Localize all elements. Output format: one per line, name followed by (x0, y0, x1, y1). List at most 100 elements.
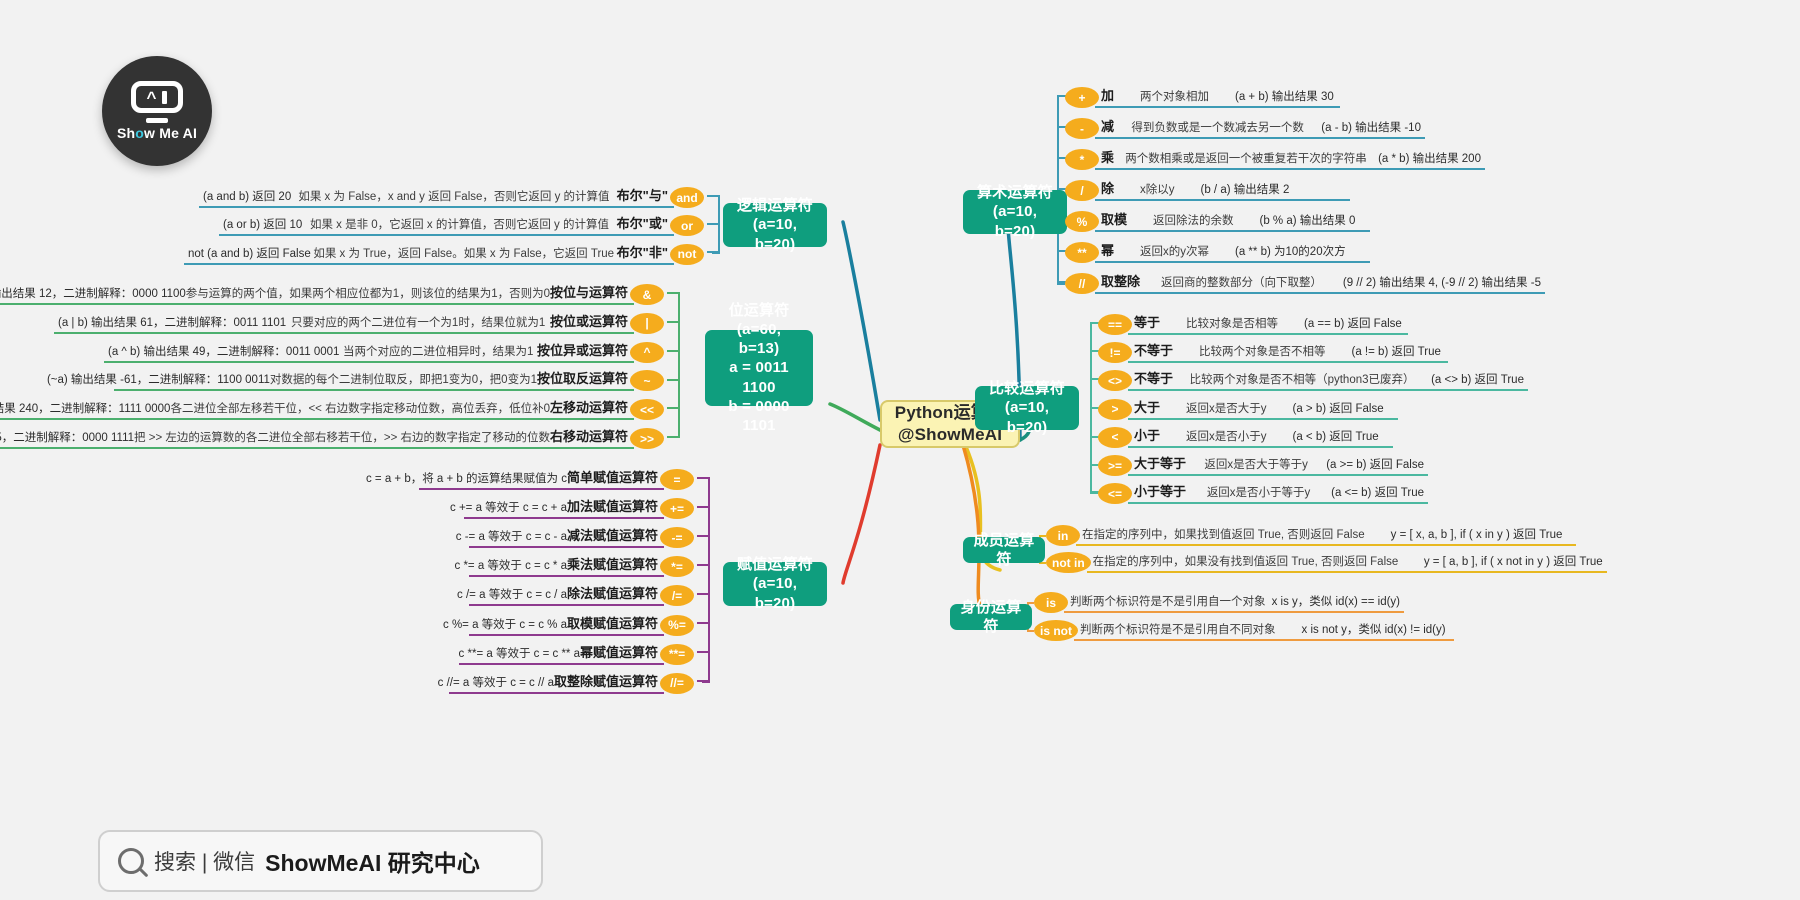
operator-pill-assignment-1[interactable]: += (660, 498, 694, 520)
operator-pill-bitwise-3[interactable]: ~ (630, 370, 664, 392)
leaf-underline-membership-0 (1076, 544, 1576, 546)
operator-pill-bitwise-1[interactable]: | (630, 312, 664, 334)
operator-pill-membership-0[interactable]: in (1046, 525, 1080, 546)
leaf-name-bitwise-5: 右移动运算符 (549, 429, 628, 444)
leaf-underline-comparison-4 (1128, 445, 1393, 448)
operator-pill-arithmetic-5[interactable]: ** (1065, 242, 1099, 263)
operator-pill-arithmetic-0[interactable]: + (1065, 87, 1099, 108)
operator-pill-comparison-2[interactable]: <> (1098, 370, 1132, 392)
operator-pill-comparison-5[interactable]: >= (1098, 455, 1132, 476)
operator-pill-assignment-0[interactable]: = (660, 469, 694, 490)
branch-node-identity[interactable]: 身份运算符 (950, 599, 1032, 635)
branch-node-bitwise[interactable]: 位运算符 (a=60, b=13) a = 0011 1100 b = 0000… (705, 302, 813, 434)
operator-pill-assignment-5[interactable]: %= (660, 614, 694, 636)
leaf-row-assignment-7[interactable]: c //= a 等效于 c = c // a 取整除赋值运算符//= (438, 671, 694, 694)
leaf-name-logic-1: 布尔"或" (616, 216, 668, 232)
leaf-row-arithmetic-0[interactable]: + 加 两个对象相加 (a + b) 输出结果 30 (1065, 85, 1340, 108)
leaf-row-logic-1[interactable]: (a or b) 返回 10 如果 x 是非 0，它返回 x 的计算值，否则它返回… (219, 213, 704, 237)
leaf-row-comparison-3[interactable]: > 大于 返回x是否大于y (a > b) 返回 False (1098, 397, 1398, 420)
operator-pill-comparison-0[interactable]: == (1098, 314, 1132, 335)
operator-pill-bitwise-2[interactable]: ^ (630, 341, 664, 363)
operator-pill-arithmetic-3[interactable]: / (1065, 180, 1099, 201)
leaf-row-comparison-2[interactable]: <> 不等于 比较两个对象是否不相等（python3已废弃） (a <> b) 返回 … (1098, 368, 1528, 392)
operator-pill-logic-1[interactable]: or (670, 215, 704, 237)
leaf-row-arithmetic-5[interactable]: ** 幂 返回x的y次幂 (a ** b) 为10的20次方 (1065, 240, 1370, 263)
leaf-row-arithmetic-1[interactable]: - 减 得到负数或是一个数减去另一个数 (a - b) 输出结果 -10 (1065, 116, 1425, 139)
leaf-row-comparison-0[interactable]: == 等于 比较对象是否相等 (a == b) 返回 False (1098, 312, 1408, 335)
operator-pill-arithmetic-6[interactable]: // (1065, 273, 1099, 294)
logo-wordmark: Show Me AI (117, 125, 197, 141)
leaf-row-comparison-5[interactable]: >= 大于等于 返回x是否大于等于y (a >= b) 返回 False (1098, 453, 1428, 476)
leaf-row-assignment-4[interactable]: c /= a 等效于 c = c / a 除法赋值运算符/= (457, 583, 694, 607)
leaf-row-membership-0[interactable]: in 在指定的序列中，如果找到值返回 True, 否则返回 False y = [ … (1046, 525, 1576, 546)
leaf-text-comparison-5: 大于等于 返回x是否大于等于y (a >= b) 返回 False (1128, 453, 1428, 474)
operator-pill-identity-0[interactable]: is (1034, 592, 1068, 613)
leaf-row-arithmetic-2[interactable]: * 乘两个数相乘或是返回一个被重复若干次的字符串 (a * b) 输出结果 200 (1065, 147, 1485, 170)
leaf-name-assignment-2: 减法赋值运算符 (566, 528, 658, 544)
branch-arithmetic-title: 算术运算符 (976, 184, 1053, 202)
leaf-row-assignment-0[interactable]: c = a + b，将 a + b 的运算结果赋值为 c 简单赋值运算符 = (366, 467, 694, 490)
operator-pill-assignment-6[interactable]: **= (660, 643, 694, 665)
leaf-row-arithmetic-6[interactable]: //取整除 返回商的整数部分（向下取整） (9 // 2) 输出结果 4, (-9 … (1065, 271, 1545, 294)
leaf-row-bitwise-5[interactable]: (a >> 2) 输出结果 15，二进制解释：0000 1111把 >> 左边的… (0, 426, 664, 449)
leaf-body-arithmetic-5: 幂 返回x的y次幂 (a ** b) 为10的20次方 (1095, 240, 1370, 263)
leaf-body-assignment-4: c /= a 等效于 c = c / a 除法赋值运算符 (457, 583, 664, 607)
leaf-row-bitwise-3[interactable]: (~a) 输出结果 -61，二进制解释：1100 0011 对数据的每个二进制位取… (47, 368, 664, 392)
leaf-body-bitwise-3: (~a) 输出结果 -61，二进制解释：1100 0011 对数据的每个二进制位取… (47, 368, 634, 392)
operator-pill-comparison-3[interactable]: > (1098, 398, 1132, 420)
leaf-row-membership-1[interactable]: not in 在指定的序列中，如果没有找到值返回 True, 否则返回 False… (1046, 552, 1607, 573)
leaf-row-assignment-3[interactable]: c *= a 等效于 c = c * a 乘法赋值运算符 *= (455, 554, 694, 578)
operator-pill-identity-1[interactable]: is not (1034, 620, 1078, 641)
leaf-row-bitwise-1[interactable]: (a | b) 输出结果 61，二进制解释：0011 1101 只要对应的两个二进… (54, 311, 664, 334)
operator-pill-bitwise-5[interactable]: >> (630, 428, 664, 449)
leaf-desc-logic-2: 如果 x 为 True，返回 False。如果 x 为 False，它返回 Tr… (313, 247, 615, 260)
leaf-name-assignment-5: 取模赋值运算符 (566, 615, 658, 631)
leaf-row-comparison-1[interactable]: != 不等于 比较两个对象是否不相等 (a != b) 返回 True (1098, 340, 1448, 364)
leaf-row-arithmetic-3[interactable]: / 除 x除以y (b / a) 输出结果 2 (1065, 178, 1350, 201)
operator-pill-assignment-7[interactable]: //= (660, 672, 694, 694)
leaf-row-arithmetic-4[interactable]: % 取模 返回除法的余数 (b % a) 输出结果 0 (1065, 209, 1370, 232)
leaf-desc-comparison-4: 返回x是否小于y (1186, 430, 1267, 443)
leaf-text-arithmetic-3: 除 x除以y (b / a) 输出结果 2 (1095, 178, 1350, 199)
branch-logic-title: 逻辑运算符 (736, 197, 813, 215)
branch-node-membership[interactable]: 成员运算符 (963, 532, 1045, 568)
operator-pill-logic-2[interactable]: not (670, 243, 704, 265)
leaf-example-bitwise-5: (a >> 2) 输出结果 15，二进制解释：0000 1111 (0, 432, 135, 444)
operator-pill-arithmetic-4[interactable]: % (1065, 211, 1099, 232)
branch-node-logic[interactable]: 逻辑运算符 (a=10, b=20) (723, 197, 827, 253)
leaf-example-membership-0: y = [ x, a, b ], if ( x in y ) 返回 True (1390, 529, 1563, 541)
leaf-row-assignment-1[interactable]: c += a 等效于 c = c + a 加法赋值运算符 += (450, 496, 694, 520)
operator-pill-bitwise-0[interactable]: & (630, 284, 664, 305)
operator-pill-logic-0[interactable]: and (670, 187, 704, 208)
operator-pill-membership-1[interactable]: not in (1046, 552, 1091, 573)
leaf-row-comparison-6[interactable]: <= 小于等于 返回x是否小于等于y (a <= b) 返回 True (1098, 481, 1428, 505)
operator-pill-comparison-4[interactable]: < (1098, 426, 1132, 448)
mindmap-canvas: ^ Show Me AI 搜索 | 微信 ShowMeAI 研究中心 Pytho… (0, 0, 1800, 900)
operator-pill-assignment-4[interactable]: /= (660, 585, 694, 607)
branch-node-arithmetic[interactable]: 算术运算符 (a=10, b=20) (963, 184, 1067, 240)
branch-node-assignment[interactable]: 赋值运算符 (a=10, b=20) (723, 556, 827, 612)
operator-pill-bitwise-4[interactable]: << (630, 399, 664, 421)
leaf-row-bitwise-0[interactable]: (a & b) 输出结果 12，二进制解释：0000 1100参与运算的两个值，… (0, 282, 664, 305)
footer-search-box[interactable]: 搜索 | 微信 ShowMeAI 研究中心 (98, 830, 543, 892)
leaf-row-assignment-2[interactable]: c -= a 等效于 c = c - a 减法赋值运算符 -= (456, 525, 694, 549)
leaf-text-identity-0: 判断两个标识符是不是引用自一个对象 x is y，类似 id(x) == id(y… (1064, 593, 1404, 611)
leaf-row-logic-0[interactable]: (a and b) 返回 20 如果 x 为 False，x and y 返回 F… (199, 185, 704, 208)
leaf-row-bitwise-2[interactable]: (a ^ b) 输出结果 49，二进制解释：0011 0001 当两个对应的二进位… (104, 340, 664, 363)
operator-pill-comparison-6[interactable]: <= (1098, 483, 1132, 505)
leaf-row-comparison-4[interactable]: < 小于 返回x是否小于y (a < b) 返回 True (1098, 425, 1393, 448)
leaf-row-bitwise-4[interactable]: (a << 2) 输出结果 240，二进制解释：1111 0000各二进位全部左… (0, 397, 664, 421)
operator-pill-arithmetic-2[interactable]: * (1065, 149, 1099, 170)
operator-pill-assignment-3[interactable]: *= (660, 556, 694, 578)
leaf-row-assignment-5[interactable]: c %= a 等效于 c = c % a 取模赋值运算符 %= (443, 613, 694, 636)
leaf-row-identity-0[interactable]: is 判断两个标识符是不是引用自一个对象 x is y，类似 id(x) == id… (1034, 592, 1404, 613)
operator-pill-assignment-2[interactable]: -= (660, 527, 694, 549)
leaf-row-assignment-6[interactable]: c **= a 等效于 c = c ** a 幂赋值运算符 **= (459, 642, 694, 665)
leaf-text-logic-0: (a and b) 返回 20 如果 x 为 False，x and y 返回 F… (199, 185, 674, 206)
operator-pill-comparison-1[interactable]: != (1098, 342, 1132, 364)
leaf-row-identity-1[interactable]: is not 判断两个标识符是不是引用自不同对象 x is not y，类似 id(… (1034, 620, 1454, 641)
leaf-example-bitwise-2: (a ^ b) 输出结果 49，二进制解释：0011 0001 (108, 345, 340, 358)
operator-pill-arithmetic-1[interactable]: - (1065, 118, 1099, 139)
branch-node-comparison[interactable]: 比较运算符 (a=10, b=20) (975, 380, 1079, 436)
leaf-row-logic-2[interactable]: not (a and b) 返回 False 如果 x 为 True，返回 Fal… (184, 242, 704, 265)
